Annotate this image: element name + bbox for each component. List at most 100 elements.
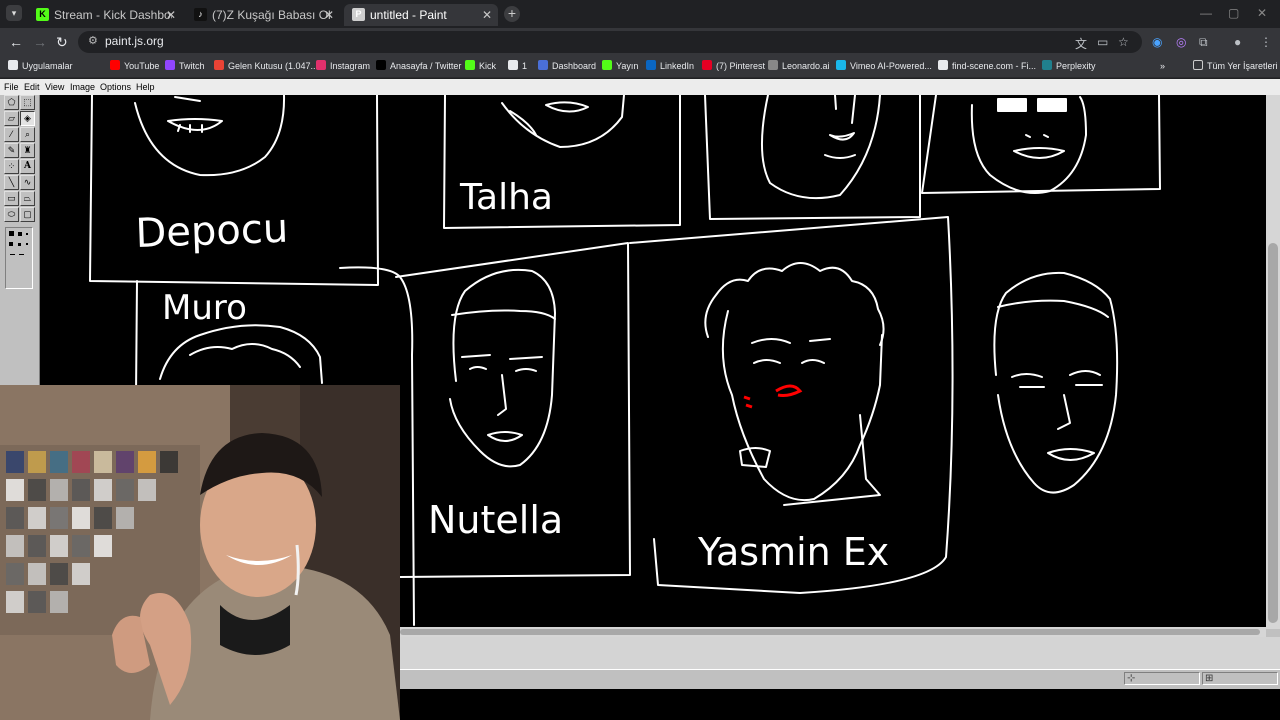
site-info-icon[interactable]: ⚙ [88, 34, 98, 47]
bookmarks-bar: Uygulamalar YouTube Twitch Gelen Kutusu (1.… [0, 56, 1280, 78]
bookmark-item[interactable]: LinkedIn [646, 60, 694, 73]
text-tool[interactable]: A [20, 159, 35, 174]
pick-color-tool[interactable]: ⁄ [4, 127, 19, 142]
brush-size-option[interactable] [18, 232, 22, 236]
vertical-scrollbar[interactable] [1266, 95, 1280, 629]
airbrush-tool[interactable]: ⁘ [4, 159, 19, 174]
bookmark-item[interactable]: Yayın [602, 60, 638, 73]
bookmark-label: Instagram [330, 61, 371, 71]
rectangle-tool[interactable]: ▭ [4, 191, 19, 206]
bookmark-label: Gelen Kutusu (1.047... [228, 61, 319, 71]
pencil-tool[interactable]: ✎ [4, 143, 19, 158]
brush-tool[interactable]: ♜ [20, 143, 35, 158]
back-button[interactable]: ← [9, 34, 23, 50]
paint-toolbox: ⬠ ⬚ ▱ ◈ ⁄ ⌕ ✎ ♜ ⁘ A ╲ ∿ ▭ ⏢ ⬭ ▢ [0, 95, 40, 385]
translate-icon[interactable]: 文 [1075, 35, 1087, 52]
extension-1-icon[interactable]: ◉ [1152, 35, 1162, 49]
bookmark-label: Leonardo.ai [782, 61, 830, 71]
all-bookmarks-label: Tüm Yer İşaretleri [1207, 61, 1278, 71]
bookmark-item[interactable]: Anasayfa / Twitter [376, 60, 461, 73]
tab[interactable]: K Stream - Kick Dashboard✕ [28, 4, 182, 26]
brush-size-option[interactable] [9, 231, 14, 236]
close-tab-icon[interactable]: ✕ [166, 4, 176, 26]
bookmark-star-icon[interactable]: ☆ [1118, 35, 1129, 49]
rounded-rectangle-tool[interactable]: ▢ [20, 207, 35, 222]
folder-icon [1193, 60, 1203, 70]
extensions-puzzle-icon[interactable]: ⧉ [1199, 35, 1208, 50]
eraser-tool[interactable]: ▱ [4, 111, 19, 126]
brush-size-option[interactable] [9, 242, 13, 246]
forward-button[interactable]: → [33, 34, 47, 50]
minimize-icon[interactable]: — [1200, 6, 1212, 20]
extension-2-icon[interactable]: ◎ [1176, 35, 1186, 49]
line-tool[interactable]: ╲ [4, 175, 19, 190]
kick-icon [602, 60, 612, 70]
brush-size-option[interactable] [26, 243, 28, 245]
free-select-tool[interactable]: ⬠ [4, 95, 19, 110]
tab[interactable]: ♪ (7)Z Kuşağı Babası Olmak: Kom✕ [186, 4, 340, 26]
vimeo-icon [836, 60, 846, 70]
menu-file[interactable]: File [4, 82, 19, 92]
address-bar[interactable]: ⚙ paint.js.org 文 ▭ ☆ [78, 31, 1142, 53]
bookmark-item[interactable]: Uygulamalar [8, 60, 73, 73]
profile-avatar-icon[interactable]: ● [1234, 35, 1241, 49]
brush-shape-option[interactable] [19, 254, 24, 255]
frame-muro [135, 280, 138, 396]
menu-edit[interactable]: Edit [24, 82, 40, 92]
tiktok-icon: ♪ [194, 8, 207, 21]
bookmark-item[interactable]: Dashboard [538, 60, 596, 73]
address-url[interactable]: paint.js.org [105, 34, 164, 48]
maximize-icon[interactable]: ▢ [1228, 6, 1239, 20]
bookmark-item[interactable]: Instagram [316, 60, 370, 73]
bookmark-label: Perplexity [1056, 61, 1096, 71]
youtube-icon [110, 60, 120, 70]
letterbox [400, 689, 1280, 720]
bookmarks-overflow-icon[interactable]: » [1160, 60, 1165, 73]
bookmark-item[interactable]: Vimeo AI-Powered... [836, 60, 932, 73]
menu-view[interactable]: View [45, 82, 64, 92]
vertical-scroll-thumb[interactable] [1268, 243, 1278, 623]
label-nutella: Nutella [428, 498, 563, 542]
close-tab-icon[interactable]: ✕ [324, 4, 334, 26]
bookmark-label: Dashboard [552, 61, 597, 71]
close-window-icon[interactable]: ✕ [1257, 6, 1267, 20]
menu-image[interactable]: Image [70, 82, 95, 92]
bookmark-item[interactable]: find-scene.com - Fi... [938, 60, 1036, 73]
cast-icon[interactable]: ▭ [1097, 35, 1108, 49]
fill-tool[interactable]: ◈ [20, 111, 35, 126]
all-bookmarks-button[interactable]: Tüm Yer İşaretleri [1193, 60, 1278, 73]
bookmark-item[interactable]: Gelen Kutusu (1.047... [214, 60, 318, 73]
reload-button[interactable]: ↻ [56, 34, 68, 50]
bookmark-label: Yayın [616, 61, 639, 71]
menu-options[interactable]: Options [100, 82, 131, 92]
tab-title: Stream - Kick Dashboard [54, 8, 172, 22]
bookmark-item[interactable]: Twitch [165, 60, 205, 73]
brush-size-option[interactable] [26, 233, 28, 235]
bookmark-item[interactable]: YouTube [110, 60, 159, 73]
tab-title: (7)Z Kuşağı Babası Olmak: Kom [212, 8, 330, 22]
tool-options-panel[interactable] [5, 227, 33, 289]
kick-icon [465, 60, 475, 70]
bookmark-item[interactable]: Perplexity [1042, 60, 1096, 73]
paint-icon: P [352, 8, 365, 21]
brush-size-option[interactable] [18, 243, 21, 246]
horizontal-scroll-thumb[interactable] [400, 629, 1260, 635]
menu-help[interactable]: Help [136, 82, 155, 92]
bookmark-item[interactable]: 1 [508, 60, 527, 73]
polygon-tool[interactable]: ⏢ [20, 191, 35, 206]
bookmark-item[interactable]: (7) Pinterest [702, 60, 765, 73]
more-menu-icon[interactable]: ⋮ [1260, 35, 1272, 49]
close-tab-icon[interactable]: ✕ [482, 4, 492, 26]
magnifier-tool[interactable]: ⌕ [20, 127, 35, 142]
bookmark-item[interactable]: Kick [465, 60, 496, 73]
new-tab-button[interactable]: + [504, 6, 520, 22]
bookmark-item[interactable]: Leonardo.ai [768, 60, 830, 73]
tab-search-button[interactable]: ▾ [6, 5, 22, 21]
curve-tool[interactable]: ∿ [20, 175, 35, 190]
select-tool[interactable]: ⬚ [20, 95, 35, 110]
tab[interactable]: Puntitled - Paint ✕ [344, 4, 498, 26]
bookmark-label: Vimeo AI-Powered... [850, 61, 932, 71]
ellipse-tool[interactable]: ⬭ [4, 207, 19, 222]
bookmark-label: (7) Pinterest [716, 61, 766, 71]
brush-shape-option[interactable] [10, 254, 15, 255]
